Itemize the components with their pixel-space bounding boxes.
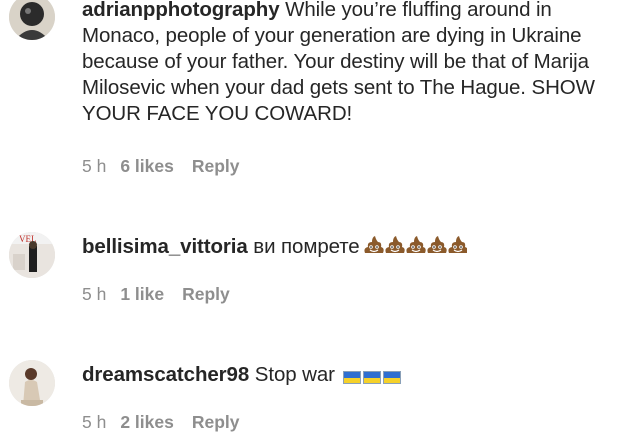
comment-text: adrianpphotography While you’re fluffing… [82, 0, 626, 127]
comment-meta: 5 h 1 like Reply [82, 284, 230, 305]
comment-body: dreamscatcher98 Stop war [82, 362, 626, 390]
comment-username[interactable]: adrianpphotography [82, 0, 280, 21]
likes-count[interactable]: 6 likes [120, 156, 174, 177]
likes-count[interactable]: 2 likes [120, 412, 174, 433]
comment-meta: 5 h 6 likes Reply [82, 156, 240, 177]
comment-body: bellisima_vittoria ви помрете [82, 234, 626, 262]
comment-text: bellisima_vittoria ви помрете [82, 234, 626, 262]
comment-time: 5 h [82, 156, 107, 176]
comment-time: 5 h [82, 284, 107, 304]
reply-button[interactable]: Reply [192, 412, 240, 433]
avatar[interactable] [9, 360, 55, 406]
ukraine-flag-icon [341, 364, 401, 390]
likes-count[interactable]: 1 like [120, 284, 164, 305]
avatar[interactable] [9, 0, 55, 40]
avatar[interactable]: VEL [9, 232, 55, 278]
comment-body: adrianpphotography While you’re fluffing… [82, 0, 626, 127]
comment-meta: 5 h 2 likes Reply [82, 412, 240, 433]
profile-photo-icon [9, 360, 55, 406]
comment-time: 5 h [82, 412, 107, 432]
comment-username[interactable]: bellisima_vittoria [82, 235, 248, 258]
poop-emoji-icon [363, 235, 468, 262]
reply-button[interactable]: Reply [192, 156, 240, 177]
comment-content: Stop war [254, 363, 335, 386]
reply-button[interactable]: Reply [182, 284, 230, 305]
comment-username[interactable]: dreamscatcher98 [82, 363, 249, 386]
profile-photo-icon [9, 0, 55, 40]
profile-photo-icon: VEL [9, 232, 55, 278]
comment-text: dreamscatcher98 Stop war [82, 362, 626, 390]
comment-content: ви помрете [253, 235, 360, 258]
